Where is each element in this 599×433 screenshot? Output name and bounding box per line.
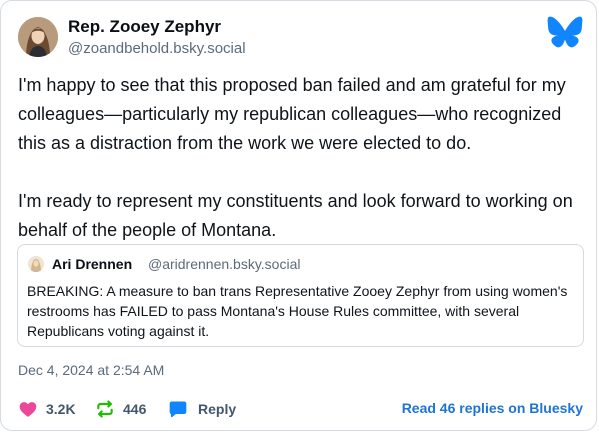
repost-button[interactable]: 446 xyxy=(95,397,146,421)
repost-icon xyxy=(95,399,115,419)
post-card: Rep. Zooey Zephyr @zoandbehold.bsky.soci… xyxy=(0,0,597,431)
reply-button[interactable]: Reply xyxy=(168,397,236,421)
author-name[interactable]: Rep. Zooey Zephyr xyxy=(68,17,221,37)
repost-count: 446 xyxy=(123,401,147,417)
quote-author-avatar[interactable] xyxy=(28,256,44,272)
author-handle[interactable]: @zoandbehold.bsky.social xyxy=(68,40,246,57)
post-text: I'm happy to see that this proposed ban … xyxy=(18,71,583,245)
quote-author-name[interactable]: Ari Drennen xyxy=(52,256,132,272)
quote-author-handle[interactable]: @aridrennen.bsky.social xyxy=(148,256,300,272)
quote-text: BREAKING: A measure to ban trans Represe… xyxy=(27,283,568,339)
author-avatar[interactable] xyxy=(18,17,58,57)
like-count: 3.2K xyxy=(46,401,76,417)
quoted-post[interactable]: Ari Drennen @aridrennen.bsky.social BREA… xyxy=(17,244,584,347)
action-bar: 3.2K 446 Reply Read 46 replies on Bluesk… xyxy=(18,397,583,421)
read-replies-link[interactable]: Read 46 replies on Bluesky xyxy=(402,400,583,416)
post-paragraph: I'm happy to see that this proposed ban … xyxy=(18,75,566,153)
like-button[interactable]: 3.2K xyxy=(18,397,76,421)
post-timestamp[interactable]: Dec 4, 2024 at 2:54 AM xyxy=(18,362,164,378)
heart-icon xyxy=(18,399,38,419)
bluesky-butterfly-icon[interactable] xyxy=(547,16,583,48)
reply-label: Reply xyxy=(198,401,237,417)
speech-bubble-icon xyxy=(168,399,188,419)
post-paragraph: I'm ready to represent my constituents a… xyxy=(18,191,573,240)
